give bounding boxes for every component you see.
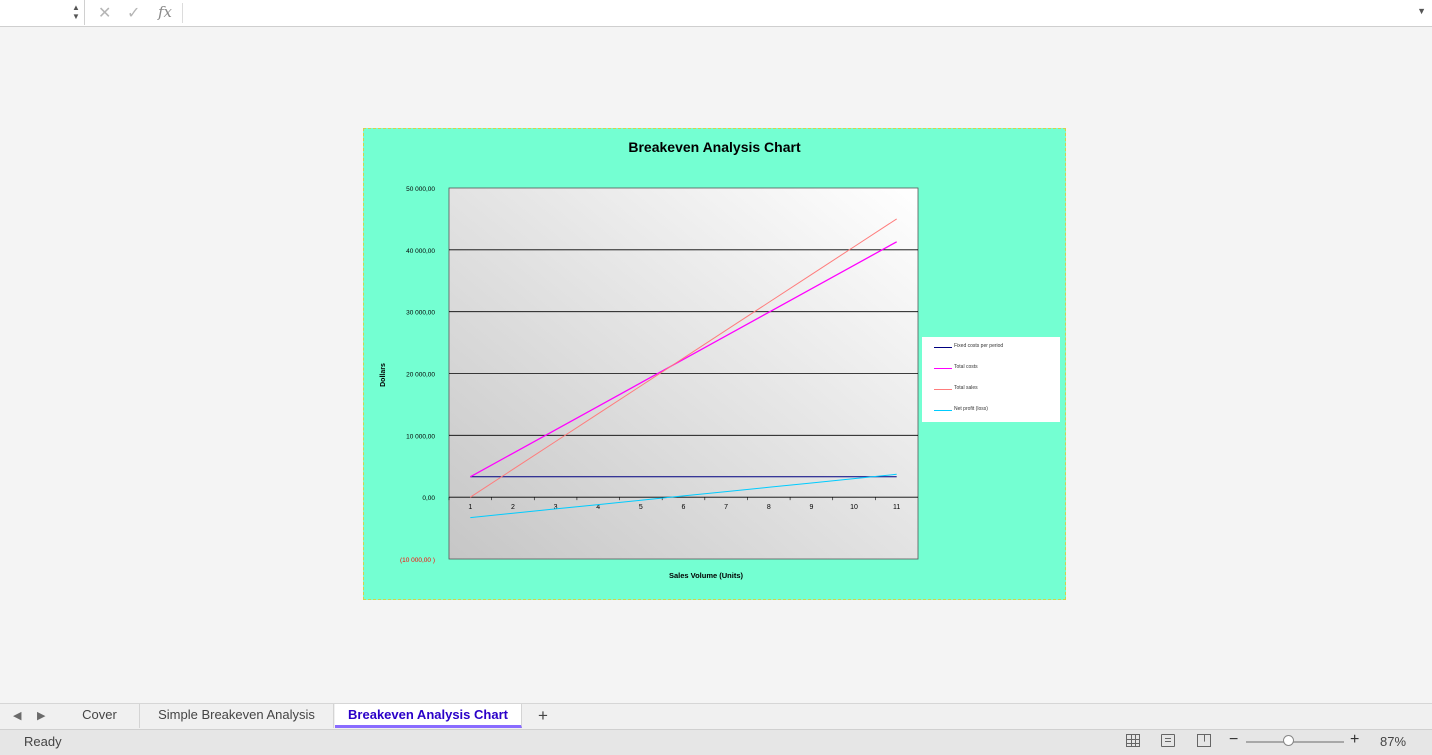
x-tick-label: 5 — [639, 504, 643, 511]
chart-plot: 50 000,00 40 000,00 30 000,00 20 000,00 10 0… — [380, 186, 919, 580]
add-sheet-button[interactable]: + — [530, 705, 556, 727]
y-tick-label: 40 000,00 — [406, 248, 435, 255]
y-tick-label: 30 000,00 — [406, 310, 435, 317]
zoom-slider-handle[interactable] — [1283, 735, 1294, 746]
x-tick-label: 11 — [893, 504, 900, 511]
legend-item[interactable]: Total sales — [934, 385, 978, 395]
tab-breakeven-analysis-chart[interactable]: Breakeven Analysis Chart — [335, 704, 522, 728]
legend-item[interactable]: Net profit (loss) — [934, 406, 988, 416]
sheet-tab-bar: ◀ ▶ Cover Simple Breakeven Analysis Brea… — [0, 703, 1432, 729]
prev-sheet-icon[interactable]: ◀ — [13, 709, 21, 722]
y-axis-label: Dollars — [380, 363, 387, 387]
legend-label: Net profit (loss) — [954, 406, 988, 412]
next-sheet-icon[interactable]: ▶ — [37, 709, 45, 722]
zoom-in-button[interactable]: + — [1350, 731, 1359, 749]
y-tick-label: 50 000,00 — [406, 186, 435, 193]
legend-swatch — [934, 368, 952, 369]
legend-label: Total sales — [954, 385, 978, 391]
y-tick-label: 0,00 — [422, 495, 435, 502]
legend-item[interactable]: Fixed costs per period — [934, 343, 1004, 353]
status-text: Ready — [24, 734, 62, 749]
y-tick-label: (10 000,00 ) — [400, 557, 435, 564]
legend-swatch — [934, 347, 952, 348]
chart-legend[interactable]: Fixed costs per period Total costs Total s… — [922, 337, 1060, 422]
x-tick-label: 8 — [767, 504, 771, 511]
x-tick-label: 9 — [809, 504, 813, 511]
x-tick-label: 3 — [554, 504, 558, 511]
x-tick-label: 1 — [468, 504, 472, 511]
zoom-level[interactable]: 87% — [1380, 734, 1406, 749]
y-tick-label: 10 000,00 — [406, 433, 435, 440]
tab-cover[interactable]: Cover — [60, 704, 140, 728]
legend-label: Fixed costs per period — [954, 343, 1004, 349]
zoom-out-button[interactable]: − — [1229, 731, 1238, 749]
status-bar: Ready − + 87% — [0, 729, 1432, 755]
legend-item[interactable]: Total costs — [934, 364, 978, 374]
page-layout-view-icon[interactable] — [1161, 734, 1175, 747]
tab-simple-breakeven-analysis[interactable]: Simple Breakeven Analysis — [140, 704, 334, 728]
page-break-view-icon[interactable] — [1197, 734, 1211, 747]
legend-swatch — [934, 410, 952, 411]
x-tick-label: 6 — [682, 504, 686, 511]
zoom-slider-track[interactable] — [1246, 741, 1344, 743]
x-axis-label: Sales Volume (Units) — [669, 571, 744, 580]
x-tick-label: 2 — [511, 504, 515, 511]
normal-view-icon[interactable] — [1126, 734, 1140, 747]
x-tick-label: 7 — [724, 504, 728, 511]
legend-swatch — [934, 389, 952, 390]
x-tick-label: 10 — [850, 504, 858, 511]
y-tick-label: 20 000,00 — [406, 372, 435, 379]
legend-label: Total costs — [954, 364, 978, 370]
